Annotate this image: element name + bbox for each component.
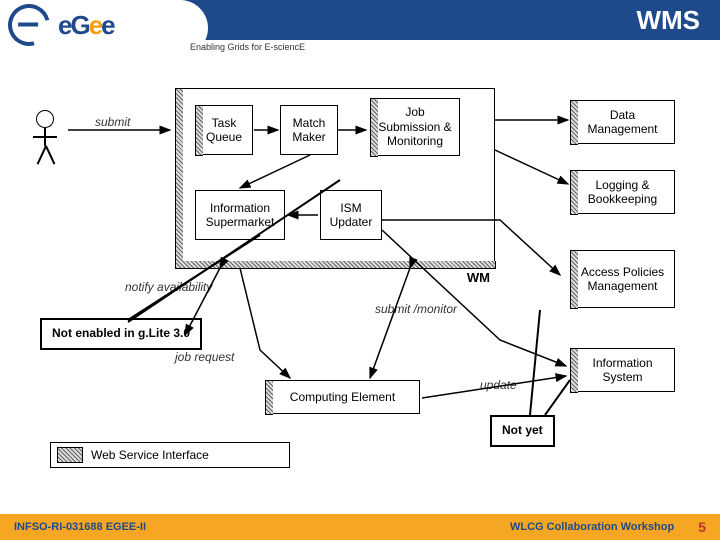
label-notify: notify availability — [125, 280, 212, 294]
box-task-queue: Task Queue — [195, 105, 253, 155]
page-number: 5 — [698, 519, 706, 535]
box-job-submission: Job Submission & Monitoring — [370, 98, 460, 156]
box-data-mgmt: Data Management — [570, 100, 675, 144]
diagram: submit WM Task Queue Match Maker Job Sub… — [40, 80, 690, 470]
wm-label: WM — [467, 270, 490, 285]
title-bar: WMS — [180, 0, 720, 40]
box-access-policies: Access Policies Management — [570, 250, 675, 308]
header: eGee WMS Enabling Grids for E-sciencE — [0, 0, 720, 54]
footer: INFSO-RI-031688 EGEE-II WLCG Collaborati… — [0, 514, 720, 540]
legend: Web Service Interface — [50, 442, 290, 468]
callout-not-enabled: Not enabled in g.Lite 3.0 — [40, 318, 202, 350]
footer-left: INFSO-RI-031688 EGEE-II — [14, 521, 146, 533]
tagline: Enabling Grids for E-sciencE — [190, 42, 305, 52]
actor-icon — [30, 110, 60, 170]
callout-not-yet: Not yet — [490, 415, 555, 447]
label-submit: submit — [95, 115, 130, 129]
footer-right: WLCG Collaboration Workshop — [510, 521, 674, 533]
box-info-supermarket: Information Supermarket — [195, 190, 285, 240]
legend-hatch-icon — [57, 447, 83, 463]
box-computing-element: Computing Element — [265, 380, 420, 414]
label-update: update — [480, 378, 517, 392]
logo-text: eGee — [58, 10, 114, 41]
box-logging: Logging & Bookkeeping — [570, 170, 675, 214]
legend-text: Web Service Interface — [91, 448, 209, 462]
label-job-request: job request — [175, 350, 234, 364]
page-title: WMS — [636, 5, 700, 36]
box-match-maker: Match Maker — [280, 105, 338, 155]
label-submit-monitor: submit /monitor — [375, 302, 457, 316]
box-info-system: Information System — [570, 348, 675, 392]
box-ism-updater: ISM Updater — [320, 190, 382, 240]
